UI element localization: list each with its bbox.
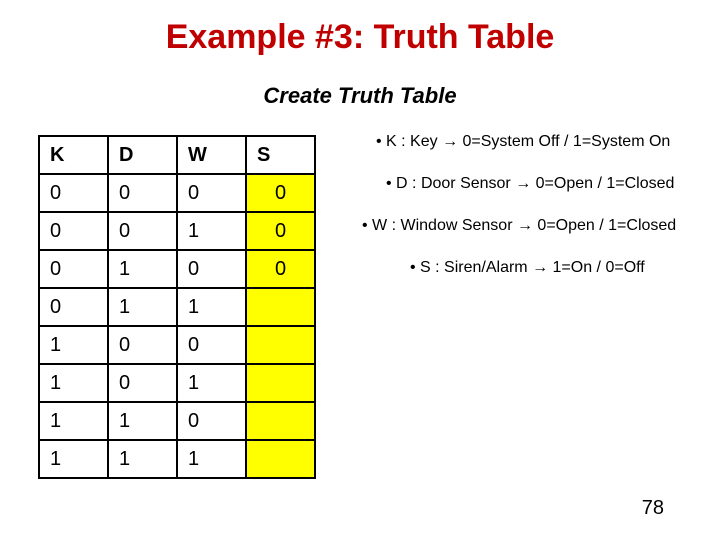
col-header-k: K bbox=[39, 136, 108, 174]
page-number: 78 bbox=[642, 497, 664, 520]
cell-s: 0 bbox=[246, 212, 315, 250]
table-header-row: K D W S bbox=[39, 136, 315, 174]
legend-item-d: • D : Door Sensor → 0=Open / 1=Closed bbox=[386, 175, 676, 193]
table-row: 0 1 0 0 bbox=[39, 250, 315, 288]
legend-item-k: • K : Key → 0=System Off / 1=System On bbox=[376, 133, 676, 151]
slide-subtitle: Create Truth Table bbox=[0, 83, 720, 109]
col-header-d: D bbox=[108, 136, 177, 174]
cell-w: 0 bbox=[177, 174, 246, 212]
legend-item-s: • S : Siren/Alarm → 1=On / 0=Off bbox=[410, 259, 676, 277]
cell-d: 1 bbox=[108, 250, 177, 288]
cell-s bbox=[246, 402, 315, 440]
cell-w: 0 bbox=[177, 402, 246, 440]
cell-w: 1 bbox=[177, 288, 246, 326]
legend-text: K : Key → 0=System Off / 1=System On bbox=[386, 133, 670, 150]
cell-k: 1 bbox=[39, 364, 108, 402]
cell-s: 0 bbox=[246, 250, 315, 288]
cell-d: 1 bbox=[108, 440, 177, 478]
table-row: 0 0 0 0 bbox=[39, 174, 315, 212]
table-row: 0 0 1 0 bbox=[39, 212, 315, 250]
cell-w: 1 bbox=[177, 364, 246, 402]
table-row: 1 1 0 bbox=[39, 402, 315, 440]
col-header-w: W bbox=[177, 136, 246, 174]
cell-d: 1 bbox=[108, 402, 177, 440]
cell-k: 0 bbox=[39, 174, 108, 212]
content-area: K D W S 0 0 0 0 0 0 1 0 0 1 0 0 0 1 1 bbox=[0, 135, 720, 479]
cell-s bbox=[246, 364, 315, 402]
cell-w: 1 bbox=[177, 212, 246, 250]
cell-d: 0 bbox=[108, 212, 177, 250]
legend-text: D : Door Sensor → 0=Open / 1=Closed bbox=[396, 175, 674, 192]
legend-text: S : Siren/Alarm → 1=On / 0=Off bbox=[420, 259, 645, 276]
cell-d: 0 bbox=[108, 364, 177, 402]
slide-title: Example #3: Truth Table bbox=[0, 0, 720, 57]
cell-s bbox=[246, 288, 315, 326]
cell-k: 0 bbox=[39, 288, 108, 326]
truth-table: K D W S 0 0 0 0 0 0 1 0 0 1 0 0 0 1 1 bbox=[38, 135, 316, 479]
cell-k: 0 bbox=[39, 250, 108, 288]
cell-w: 0 bbox=[177, 250, 246, 288]
cell-k: 1 bbox=[39, 440, 108, 478]
table-row: 0 1 1 bbox=[39, 288, 315, 326]
cell-s bbox=[246, 440, 315, 478]
col-header-s: S bbox=[246, 136, 315, 174]
cell-k: 1 bbox=[39, 326, 108, 364]
cell-d: 1 bbox=[108, 288, 177, 326]
cell-s bbox=[246, 326, 315, 364]
table-row: 1 0 1 bbox=[39, 364, 315, 402]
cell-d: 0 bbox=[108, 326, 177, 364]
legend-text: W : Window Sensor → 0=Open / 1=Closed bbox=[372, 217, 676, 234]
legend-item-w: • W : Window Sensor → 0=Open / 1=Closed bbox=[362, 217, 676, 235]
cell-s: 0 bbox=[246, 174, 315, 212]
cell-w: 1 bbox=[177, 440, 246, 478]
cell-d: 0 bbox=[108, 174, 177, 212]
table-row: 1 1 1 bbox=[39, 440, 315, 478]
cell-k: 1 bbox=[39, 402, 108, 440]
cell-w: 0 bbox=[177, 326, 246, 364]
cell-k: 0 bbox=[39, 212, 108, 250]
table-row: 1 0 0 bbox=[39, 326, 315, 364]
legend: • K : Key → 0=System Off / 1=System On •… bbox=[346, 133, 676, 301]
